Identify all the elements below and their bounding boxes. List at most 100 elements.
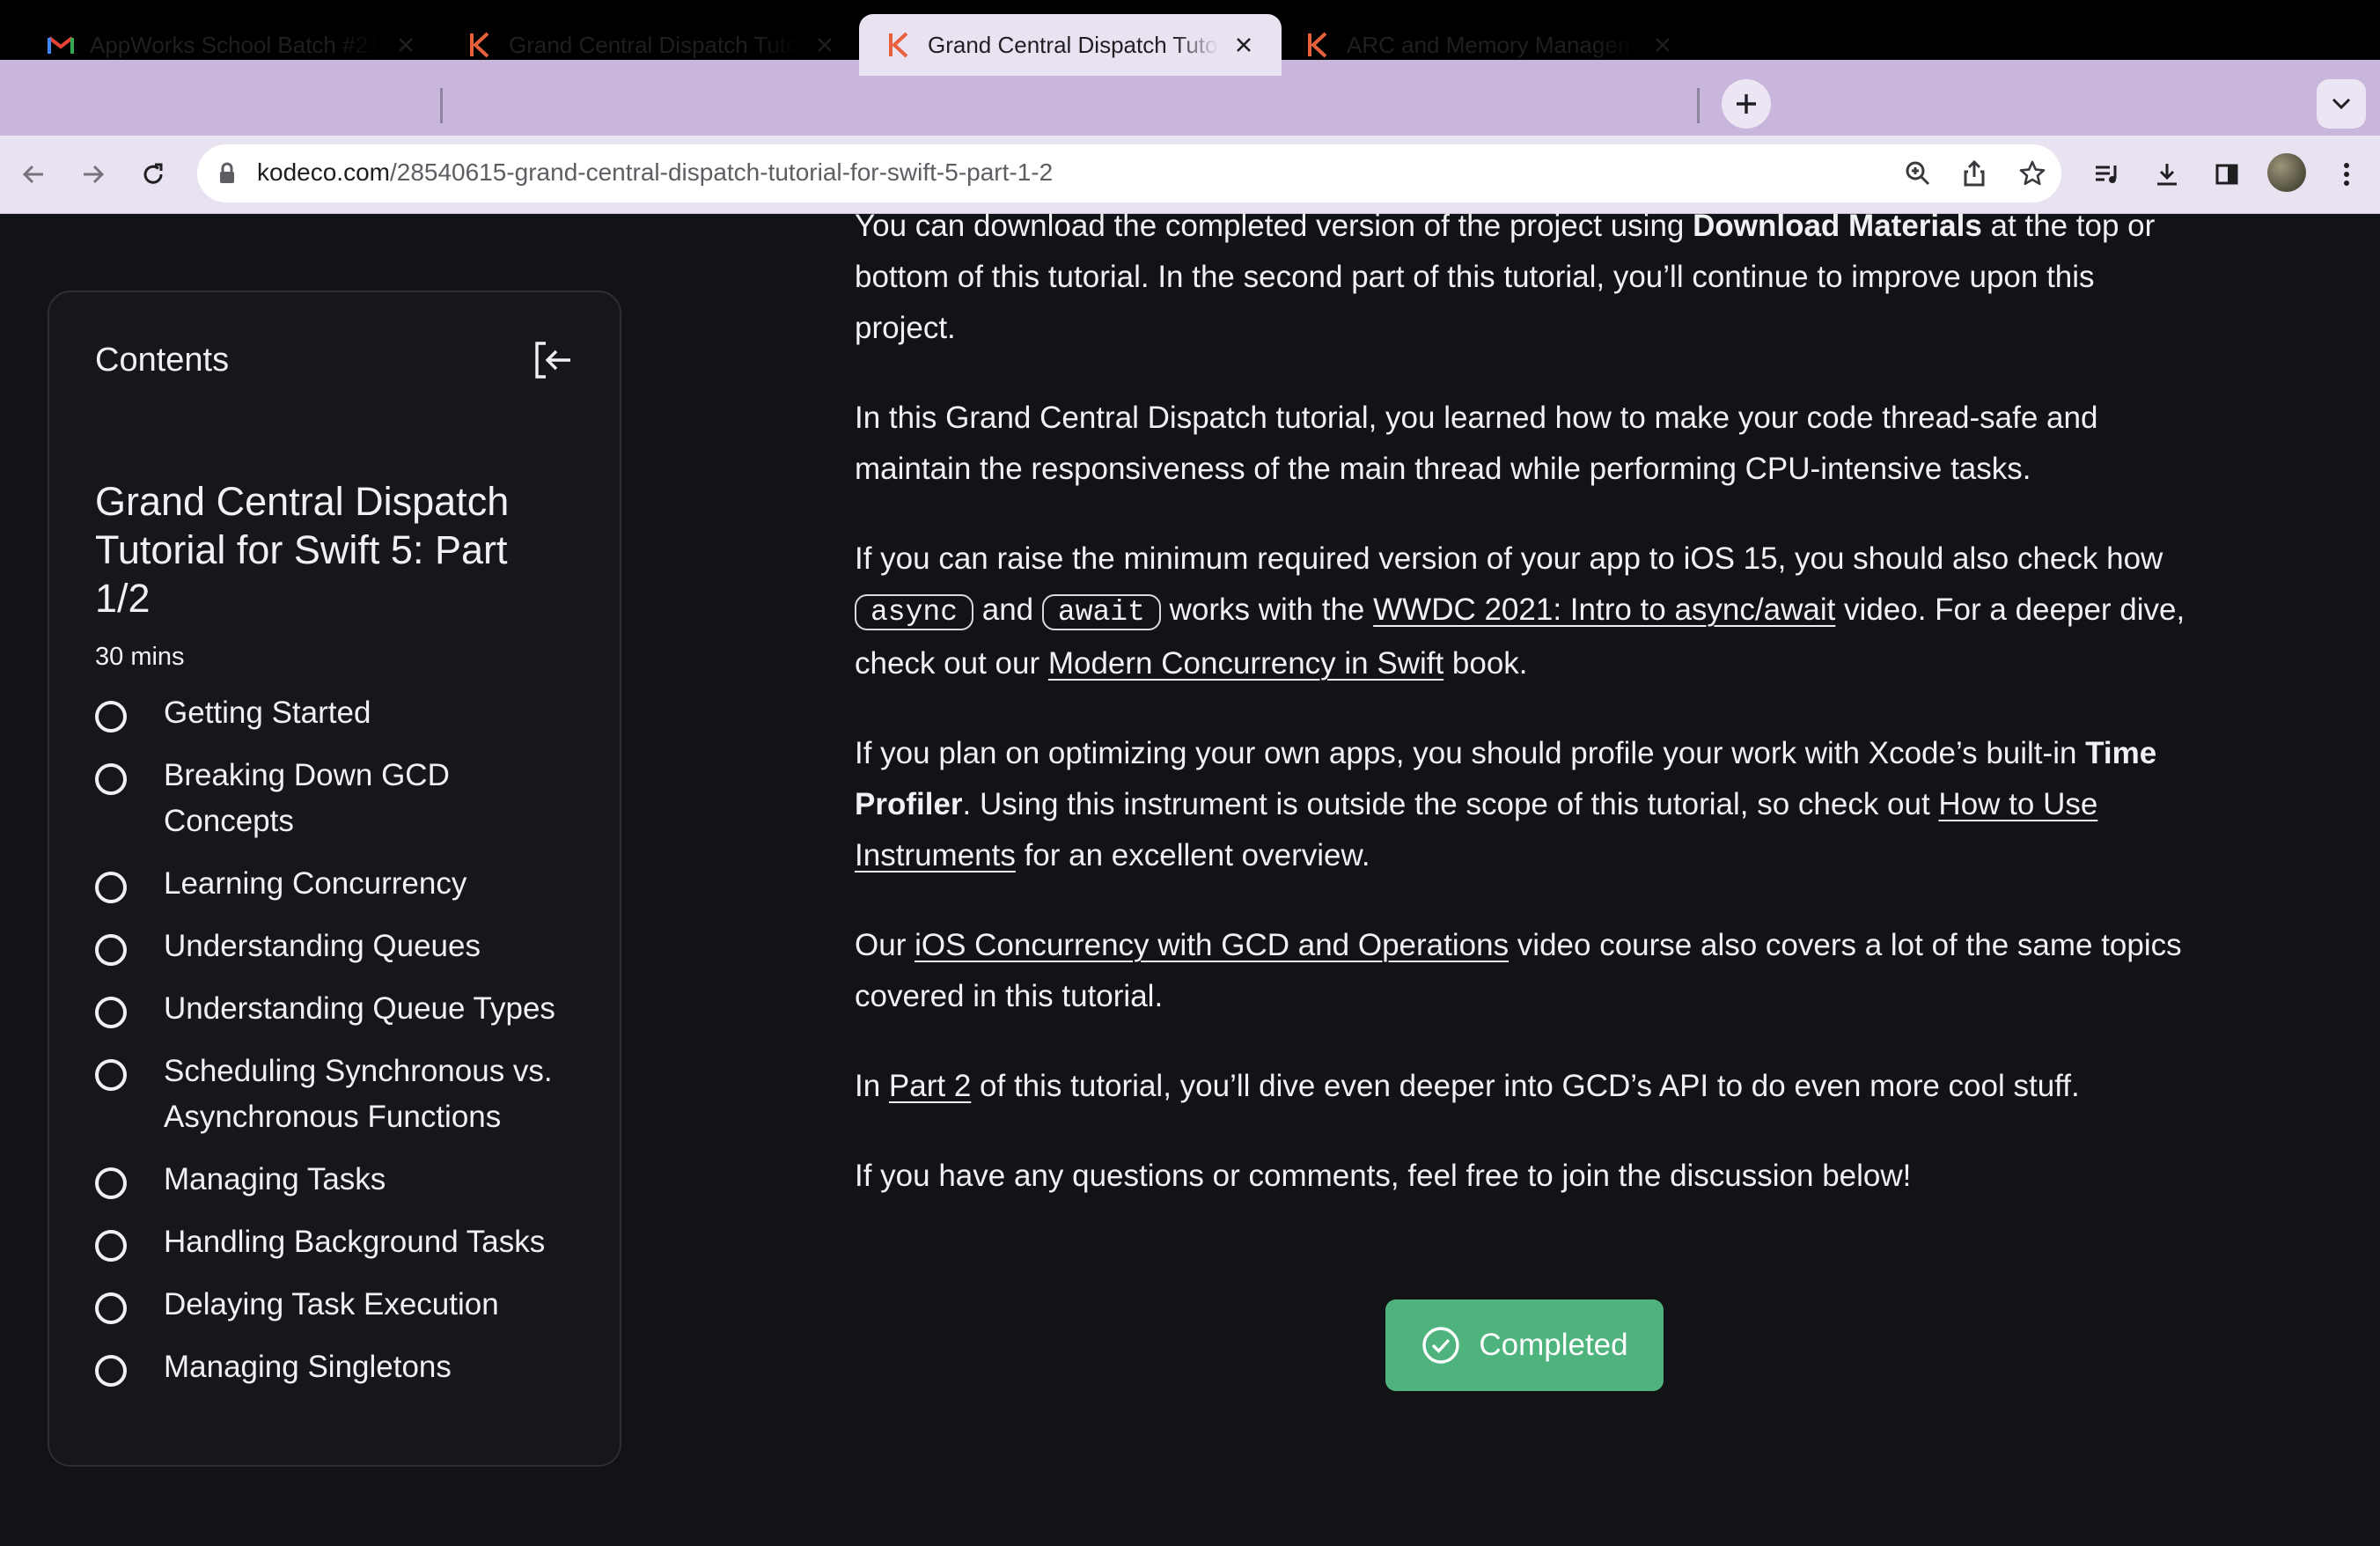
close-tab-icon[interactable]: [1649, 32, 1676, 58]
toc-item[interactable]: Handling Background Tasks: [95, 1225, 588, 1265]
circle-icon: [95, 1230, 127, 1262]
completed-button[interactable]: Completed: [1385, 1299, 1664, 1391]
toc-item-label: Understanding Queues: [164, 929, 481, 963]
playlist-icon: [2096, 166, 2117, 183]
url-domain: kodeco.com: [257, 158, 390, 186]
address-bar[interactable]: kodeco.com/28540615-grand-central-dispat…: [197, 144, 2061, 202]
toc-item-label: Understanding Queue Types: [164, 991, 555, 1026]
url-path: /28540615-grand-central-dispatch-tutoria…: [389, 158, 1054, 186]
circle-icon: [95, 997, 127, 1028]
code-async: async: [855, 594, 974, 630]
code-await: await: [1041, 594, 1161, 630]
toc-item[interactable]: Getting Started: [95, 696, 588, 736]
toc-item-label: Learning Concurrency: [164, 866, 467, 901]
paragraph-part-2: In Part 2 of this tutorial, you’ll dive …: [855, 1061, 2193, 1112]
text: If you can raise the minimum required ve…: [855, 541, 2163, 576]
toc-item[interactable]: Delaying Task Execution: [95, 1287, 588, 1328]
tab-title: Grand Central Dispatch Tutorial: [509, 31, 799, 58]
arrow-right-icon: [84, 165, 105, 184]
browser-menu-button[interactable]: [2327, 155, 2366, 194]
toc-item[interactable]: Understanding Queues: [95, 929, 588, 969]
paragraph-async-await: If you can raise the minimum required ve…: [855, 534, 2193, 689]
toc-item[interactable]: Managing Singletons: [95, 1350, 588, 1390]
plus-icon: [1737, 94, 1756, 114]
paragraph-profiling: If you plan on optimizing your own apps,…: [855, 728, 2193, 881]
tab-divider: [440, 88, 443, 123]
toc-item-label: Getting Started: [164, 696, 371, 730]
link-ios-concurrency-course[interactable]: iOS Concurrency with GCD and Operations: [915, 928, 1509, 962]
tab-arc-memory[interactable]: ARC and Memory Management: [1278, 14, 1676, 76]
tab-gcd-1[interactable]: Grand Central Dispatch Tutorial: [440, 14, 838, 76]
share-icon[interactable]: [1956, 155, 1993, 192]
kodeco-icon: [885, 32, 912, 58]
paragraph-discussion: If you have any questions or comments, f…: [855, 1159, 1912, 1193]
link-wwdc-async-await[interactable]: WWDC 2021: Intro to async/await: [1373, 593, 1835, 627]
toc-item[interactable]: Breaking Down GCD Concepts: [95, 758, 588, 844]
toc-item-label: Managing Tasks: [164, 1162, 386, 1196]
toc-item[interactable]: Learning Concurrency: [95, 866, 588, 907]
toc-item-label: Handling Background Tasks: [164, 1225, 546, 1259]
text: book.: [1443, 646, 1528, 681]
collapse-sidebar-button[interactable]: [532, 338, 576, 382]
back-button[interactable]: [14, 155, 53, 194]
table-of-contents: Getting Started Breaking Down GCD Concep…: [95, 696, 588, 1414]
check-circle-icon: [1422, 1327, 1460, 1364]
tab-divider: [1697, 88, 1700, 123]
paragraph-video-course: Our iOS Concurrency with GCD and Operati…: [855, 920, 2193, 1022]
downloads-button[interactable]: [2148, 155, 2186, 194]
link-modern-concurrency[interactable]: Modern Concurrency in Swift: [1048, 646, 1443, 681]
circle-icon: [95, 763, 127, 795]
url-text: kodeco.com/28540615-grand-central-dispat…: [257, 158, 1053, 187]
new-tab-button[interactable]: [1722, 79, 1771, 129]
close-tab-icon[interactable]: [812, 32, 838, 58]
close-tab-icon[interactable]: [393, 32, 419, 58]
tab-gcd-active[interactable]: Grand Central Dispatch Tutorial: [859, 14, 1282, 76]
bookmark-star-icon[interactable]: [2014, 155, 2051, 192]
paragraph-download: You can download the completed version o…: [855, 201, 2193, 354]
link-part-2[interactable]: Part 2: [889, 1069, 971, 1103]
text: Our: [855, 928, 915, 962]
tab-search-button[interactable]: [2317, 79, 2366, 129]
kodeco-icon: [1304, 32, 1331, 58]
tab-title: AppWorks School Batch #21: [90, 31, 380, 58]
contents-heading: Contents: [95, 342, 230, 379]
tab-appworks[interactable]: AppWorks School Batch #21: [21, 14, 419, 76]
text: You can download the completed version o…: [855, 209, 1693, 243]
bold-text: Download Materials: [1693, 209, 1982, 243]
text: . Using this instrument is outside the s…: [962, 787, 1939, 821]
toc-item[interactable]: Understanding Queue Types: [95, 991, 588, 1032]
circle-icon: [95, 1059, 127, 1091]
circle-icon: [95, 1167, 127, 1199]
media-controls-button[interactable]: [2088, 155, 2127, 194]
reload-button[interactable]: [134, 155, 173, 194]
toc-item[interactable]: Managing Tasks: [95, 1162, 588, 1203]
gmail-icon: [48, 32, 74, 58]
circle-icon: [95, 934, 127, 966]
forward-button[interactable]: [74, 155, 113, 194]
side-panel-button[interactable]: [2207, 155, 2246, 194]
more-vert-icon: [2344, 163, 2349, 186]
arrow-left-icon: [22, 165, 43, 184]
close-tab-icon[interactable]: [1230, 32, 1257, 58]
chevron-down-icon: [2332, 98, 2351, 110]
tab-title: Grand Central Dispatch Tutorial: [928, 31, 1218, 58]
kodeco-icon: [466, 32, 493, 58]
circle-icon: [95, 1292, 127, 1324]
profile-avatar[interactable]: [2267, 153, 2306, 192]
text: If you plan on optimizing your own apps,…: [855, 736, 2086, 770]
toc-item-label: Delaying Task Execution: [164, 1287, 499, 1321]
toc-item-label: Breaking Down GCD Concepts: [164, 758, 450, 838]
text: for an excellent overview.: [1015, 838, 1370, 872]
text: and: [973, 593, 1042, 627]
article-body: You can download the completed version o…: [855, 201, 2193, 1240]
text: of this tutorial, you’ll dive even deepe…: [971, 1069, 2080, 1103]
completed-label: Completed: [1479, 1328, 1628, 1362]
zoom-icon[interactable]: [1899, 155, 1936, 192]
text: works with the: [1160, 593, 1374, 627]
tutorial-title: Grand Central Dispatch Tutorial for Swif…: [95, 479, 510, 621]
toc-item-label: Scheduling Synchronous vs. Asynchronous …: [164, 1054, 553, 1134]
tutorial-duration: 30 mins: [95, 643, 185, 671]
toc-item[interactable]: Scheduling Synchronous vs. Asynchronous …: [95, 1054, 588, 1140]
circle-icon: [95, 1355, 127, 1387]
circle-icon: [95, 872, 127, 903]
